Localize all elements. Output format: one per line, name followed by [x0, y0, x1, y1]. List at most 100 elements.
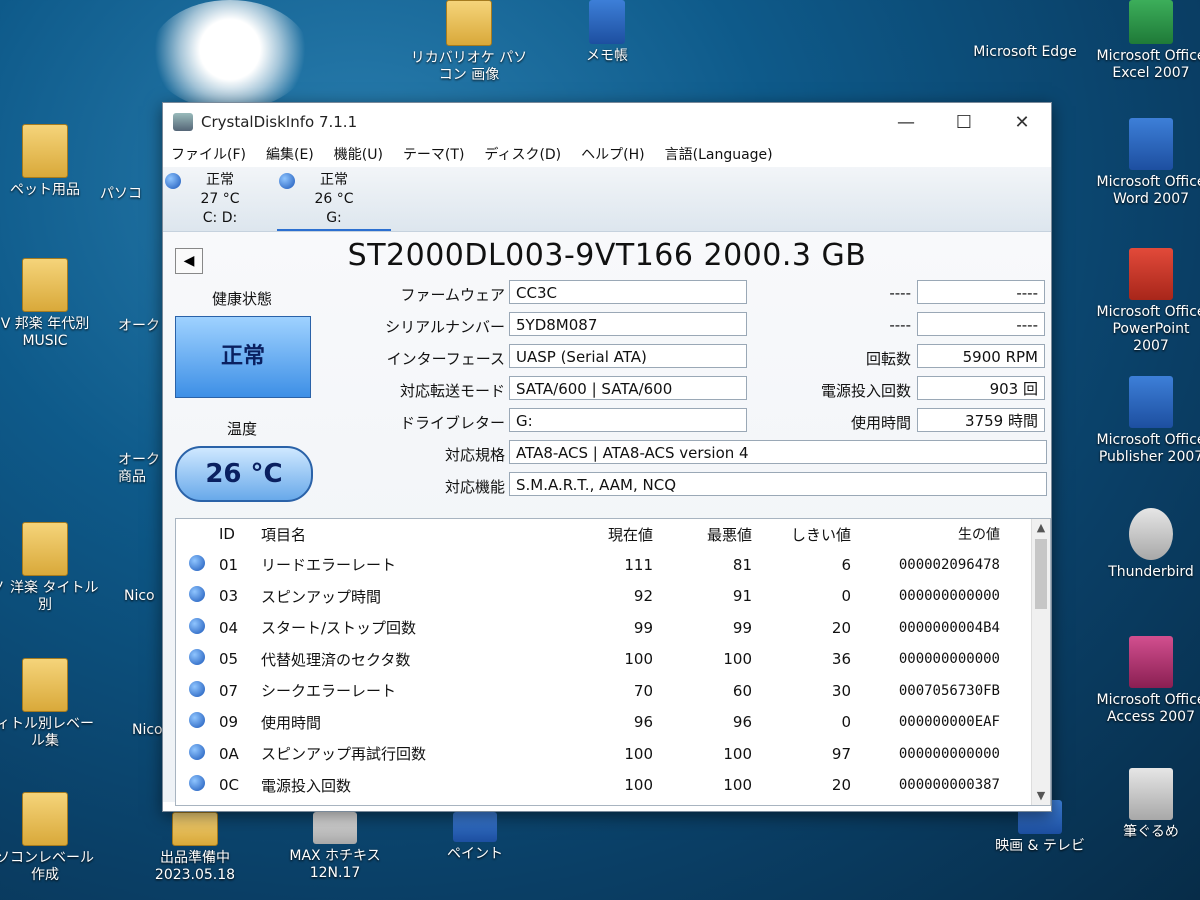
desktop-icon-label: Microsoft Office Word 2007	[1096, 174, 1200, 207]
desktop-icon-label: Thunderbird	[1108, 564, 1194, 580]
attr-id: 0C	[219, 776, 240, 795]
paint-icon	[453, 812, 497, 842]
folder-icon	[22, 258, 68, 312]
table-scrollbar[interactable]: ▲ ▼	[1031, 519, 1050, 805]
crystaldiskinfo-icon	[173, 113, 193, 131]
screen-glare	[150, 0, 310, 110]
health-status-button[interactable]: 正常	[175, 316, 311, 398]
desktop-powerpoint[interactable]: Microsoft Office PowerPoint 2007	[1096, 248, 1200, 354]
scroll-down-icon[interactable]: ▼	[1032, 787, 1050, 805]
smart-table: ID 項目名 現在値 最悪値 しきい値 生の値 01 リードエラーレート 111	[176, 519, 1008, 801]
serial-label: シリアルナンバー	[385, 318, 505, 336]
firmware-label: ファームウェア	[400, 286, 505, 304]
status-dot-icon	[189, 617, 205, 634]
desktop-shipping-folder[interactable]: 出品準備中 2023.05.18	[140, 812, 250, 884]
attr-name: リードエラーレート	[261, 556, 397, 575]
desktop-edge[interactable]: Microsoft Edge	[960, 44, 1090, 61]
desktop-icon-label: Microsoft Office Excel 2007	[1096, 48, 1200, 81]
desktop-folder-labels[interactable]: ィトル別レベール集	[0, 658, 100, 750]
menu-language[interactable]: 言語(Language)	[665, 144, 773, 164]
attr-threshold: 97	[831, 744, 851, 763]
menu-file[interactable]: ファイル(F)	[171, 144, 246, 164]
desktop-folder-music[interactable]: V 邦楽 年代別 MUSIC	[0, 258, 100, 350]
attr-name: シークエラーレート	[261, 682, 397, 701]
desktop-notepad[interactable]: メモ帳	[552, 0, 662, 65]
attr-raw: 000000000EAF	[898, 714, 1000, 731]
desktop-partial-label[interactable]: Nico	[124, 588, 162, 605]
column-name[interactable]: 項目名	[260, 519, 562, 549]
maximize-button[interactable]: ☐	[935, 112, 993, 133]
attr-worst: 99	[732, 618, 752, 637]
desktop-partial-label[interactable]: パソコ	[100, 186, 160, 203]
table-row[interactable]: 09 使用時間 96 96 0 000000000EAF	[176, 707, 1008, 739]
folder-icon	[172, 812, 218, 846]
desktop-publisher[interactable]: Microsoft Office Publisher 2007	[1096, 376, 1200, 466]
desktop-paint[interactable]: ペイント	[420, 812, 530, 863]
status-dot-icon	[189, 712, 205, 729]
column-worst[interactable]: 最悪値	[661, 519, 760, 549]
desktop-folder-pet[interactable]: ペット用品	[0, 124, 100, 199]
blank-field-1: ----	[917, 280, 1045, 304]
attr-worst: 81	[732, 555, 752, 574]
drive-tab-g[interactable]: 正常 26 °C G:	[277, 167, 391, 231]
attr-current: 96	[633, 713, 653, 732]
desktop-folder-western[interactable]: ノ 洋楽 タイトル別	[0, 522, 100, 614]
menu-disk[interactable]: ディスク(D)	[484, 144, 561, 164]
table-row[interactable]: 03 スピンアップ時間 92 91 0 000000000000	[176, 581, 1008, 613]
column-id[interactable]: ID	[218, 519, 260, 549]
table-row[interactable]: 07 シークエラーレート 70 60 30 0007056730FB	[176, 675, 1008, 707]
access-icon	[1129, 636, 1173, 688]
attr-threshold: 0	[841, 713, 851, 732]
smart-attribute-table[interactable]: ID 項目名 現在値 最悪値 しきい値 生の値 01 リードエラーレート 111	[175, 518, 1051, 806]
folder-icon	[22, 124, 68, 178]
desktop-fudegurume[interactable]: 筆ぐるめ	[1096, 768, 1200, 841]
features-field: S.M.A.R.T., AAM, NCQ	[509, 472, 1047, 496]
desktop-icon-label: ソコンレベール作成	[0, 850, 94, 883]
table-row[interactable]: 0A スピンアップ再試行回数 100 100 97 000000000000	[176, 738, 1008, 770]
minimize-button[interactable]: —	[877, 112, 935, 133]
desktop-max-folder[interactable]: MAX ホチキス 12N.17	[280, 812, 390, 882]
attr-id: 07	[219, 681, 239, 700]
table-row[interactable]: 0C 電源投入回数 100 100 20 000000000387	[176, 770, 1008, 802]
desktop-word[interactable]: Microsoft Office Word 2007	[1096, 118, 1200, 208]
column-status[interactable]	[176, 519, 218, 549]
drive-tab-cd[interactable]: 正常 27 °C C: D:	[163, 167, 277, 231]
desktop-thunderbird[interactable]: Thunderbird	[1096, 508, 1200, 581]
table-row[interactable]: 04 スタート/ストップ回数 99 99 20 0000000004B4	[176, 612, 1008, 644]
attr-worst: 100	[723, 650, 752, 669]
title-bar[interactable]: CrystalDiskInfo 7.1.1 — ☐ ✕	[163, 103, 1051, 141]
menu-theme[interactable]: テーマ(T)	[403, 144, 464, 164]
menu-edit[interactable]: 編集(E)	[266, 144, 314, 164]
menu-help[interactable]: ヘルプ(H)	[581, 144, 644, 164]
menu-function[interactable]: 機能(U)	[334, 144, 383, 164]
desktop-icon-label: Nico	[124, 588, 155, 604]
table-header-row: ID 項目名 現在値 最悪値 しきい値 生の値	[176, 519, 1008, 549]
desktop-partial-label[interactable]: オーク 商品	[118, 452, 162, 486]
desktop-recovery-folder[interactable]: リカバリオケ パソコン 画像	[404, 0, 534, 84]
table-row[interactable]: 05 代替処理済のセクタ数 100 100 36 000000000000	[176, 644, 1008, 676]
desktop-access[interactable]: Microsoft Office Access 2007	[1096, 636, 1200, 726]
attr-threshold: 0	[841, 587, 851, 606]
column-raw[interactable]: 生の値	[859, 519, 1008, 549]
close-button[interactable]: ✕	[993, 112, 1051, 133]
scroll-up-icon[interactable]: ▲	[1032, 519, 1050, 537]
desktop-folder-pc-labels[interactable]: ソコンレベール作成	[0, 792, 100, 884]
attr-id: 03	[219, 587, 239, 606]
desktop-icon-label: Microsoft Office Access 2007	[1096, 692, 1200, 725]
scroll-thumb[interactable]	[1035, 539, 1047, 609]
desktop-excel[interactable]: Microsoft Office Excel 2007	[1096, 0, 1200, 82]
menu-bar: ファイル(F) 編集(E) 機能(U) テーマ(T) ディスク(D) ヘルプ(H…	[163, 141, 1051, 167]
column-threshold[interactable]: しきい値	[760, 519, 859, 549]
column-current[interactable]: 現在値	[562, 519, 661, 549]
desktop-partial-label[interactable]: Nico	[132, 722, 163, 739]
attr-current: 99	[633, 618, 653, 637]
desktop-partial-label[interactable]: オーク	[118, 318, 162, 335]
attr-raw: 000000000000	[898, 745, 1000, 762]
drive-selector-bar: 正常 27 °C C: D: 正常 26 °C G:	[163, 167, 1051, 232]
attr-id: 01	[219, 555, 239, 574]
table-row[interactable]: 01 リードエラーレート 111 81 6 000002096478	[176, 549, 1008, 581]
desktop-icon-label: V 邦楽 年代別 MUSIC	[0, 316, 90, 349]
blank-label-1: ----	[889, 284, 911, 302]
disk-info-panel: ◀ ST2000DL003-9VT166 2000.3 GB 健康状態 正常 温…	[163, 232, 1051, 806]
attr-threshold: 30	[831, 681, 851, 700]
